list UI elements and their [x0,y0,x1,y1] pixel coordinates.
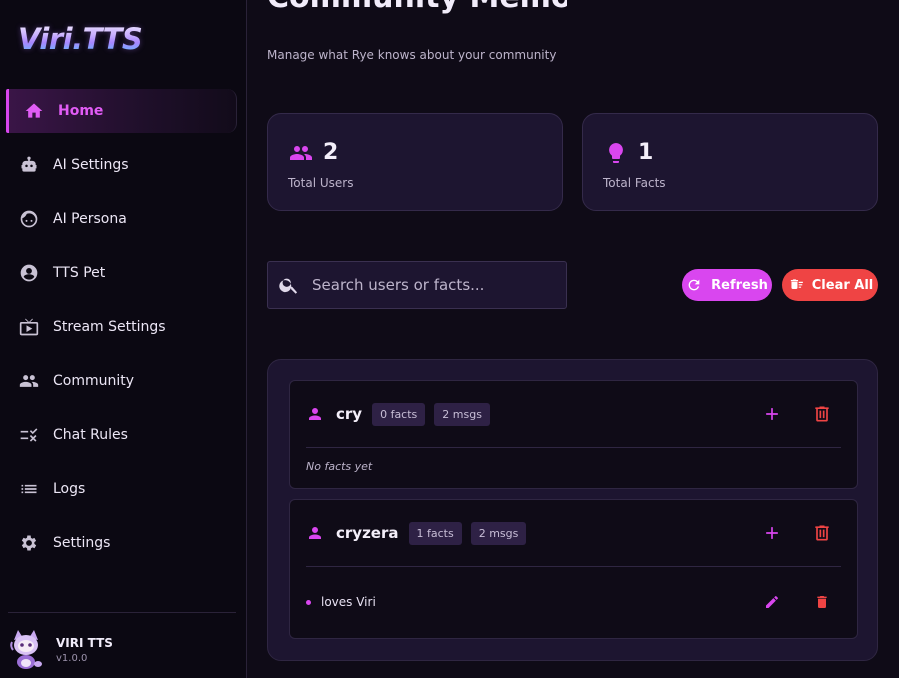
sidebar-item-label: Logs [53,481,86,497]
clear-all-button[interactable]: Clear All [782,269,878,301]
fact-text: loves Viri [321,595,376,609]
clear-all-label: Clear All [811,277,874,293]
plus-icon [766,408,778,420]
user-actions [761,381,857,447]
search-icon [278,274,300,296]
page-subtitle: Manage what Rye knows about your communi… [267,48,557,62]
msgs-count-badge: 2 msgs [470,521,527,545]
stat-label: Total Users [288,176,354,190]
person-icon [306,524,324,542]
msgs-count-badge: 2 msgs [434,402,490,426]
delete-user-button[interactable] [811,403,833,425]
add-fact-button[interactable] [761,403,783,425]
trash-icon [817,596,827,608]
app-logo-text: Viri.TTS [18,22,143,56]
sidebar-item-stream-settings[interactable]: Stream Settings [0,305,247,349]
list-icon [18,478,40,500]
sidebar-item-ai-settings[interactable]: AI Settings [0,143,247,187]
face-icon [18,208,40,230]
robot-icon [18,154,40,176]
sidebar-item-label: AI Persona [53,211,127,227]
edit-fact-button[interactable] [761,591,783,613]
user-card-header: cry 0 facts 2 msgs [290,381,857,447]
fact-item: loves Viri [290,567,857,637]
sidebar-item-tts-pet[interactable]: TTS Pet [0,251,247,295]
stat-card-total-users: 2 Total Users [267,113,563,211]
people-icon [18,370,40,392]
page-title-wrap: Community Memory [267,0,567,24]
facts-count-badge: 0 facts [372,402,426,426]
brand-name: VIRI TTS [56,636,113,650]
user-card-header: cryzera 1 facts 2 msgs [290,500,857,566]
sidebar-item-label: AI Settings [53,157,129,173]
gear-icon [18,532,40,554]
pencil-icon [766,596,778,608]
refresh-button[interactable]: Refresh [682,269,772,301]
main-content: Community Memory Manage what Rye knows a… [247,0,899,678]
sidebar-item-chat-rules[interactable]: Chat Rules [0,413,247,457]
clear-icon [790,279,803,289]
stat-value: 1 [638,140,654,165]
account-circle-icon [18,262,40,284]
users-icon [288,141,314,165]
sidebar-nav: Home AI Settings AI Persona TTS Pet Stre… [0,89,247,575]
bullet-dot [306,599,311,605]
sidebar-item-label: Stream Settings [53,319,166,335]
search-input[interactable] [312,276,552,294]
facts-count-badge: 1 facts [408,521,462,545]
stat-card-total-facts: 1 Total Facts [582,113,878,211]
live-tv-icon [18,316,40,338]
user-card: cryzera 1 facts 2 msgs loves Viri [289,499,858,639]
brand-footer: VIRI TTS v1.0.0 [8,628,238,672]
users-panel: cry 0 facts 2 msgs No facts yet cryzera … [267,359,878,661]
user-actions [761,500,857,566]
sidebar-item-community[interactable]: Community [0,359,247,403]
stat-label: Total Facts [603,176,666,190]
sidebar: Viri.TTS Home AI Settings AI Persona TTS… [0,0,247,678]
sidebar-divider [8,612,236,613]
page-title: Community Memory [267,0,567,15]
trash-icon [815,406,829,422]
plus-icon [766,527,778,539]
app-version: v1.0.0 [56,653,88,664]
search-box [267,261,567,309]
sidebar-item-label: Settings [53,535,111,551]
sidebar-item-label: Community [53,373,135,389]
app-logo: Viri.TTS [8,10,143,56]
stat-value: 2 [323,140,339,165]
user-name: cryzera [336,524,399,542]
avatar [8,630,44,670]
sidebar-item-label: TTS Pet [53,265,106,281]
sidebar-item-label: Home [58,103,104,119]
lightbulb-icon [603,141,629,165]
trash-icon [815,525,829,541]
no-facts-text: No facts yet [306,460,373,473]
home-icon [23,100,45,122]
delete-fact-button[interactable] [811,591,833,613]
sidebar-item-logs[interactable]: Logs [0,467,247,511]
fact-actions [761,567,857,637]
sidebar-item-settings[interactable]: Settings [0,521,247,565]
refresh-icon [688,279,700,291]
user-card: cry 0 facts 2 msgs No facts yet [289,380,858,489]
sidebar-item-home[interactable]: Home [6,89,237,133]
rule-icon [18,424,40,446]
user-name: cry [336,405,363,423]
person-icon [306,405,324,423]
add-fact-button[interactable] [761,522,783,544]
refresh-label: Refresh [711,277,768,293]
sidebar-item-label: Chat Rules [53,427,128,443]
delete-user-button[interactable] [811,522,833,544]
sidebar-item-ai-persona[interactable]: AI Persona [0,197,247,241]
